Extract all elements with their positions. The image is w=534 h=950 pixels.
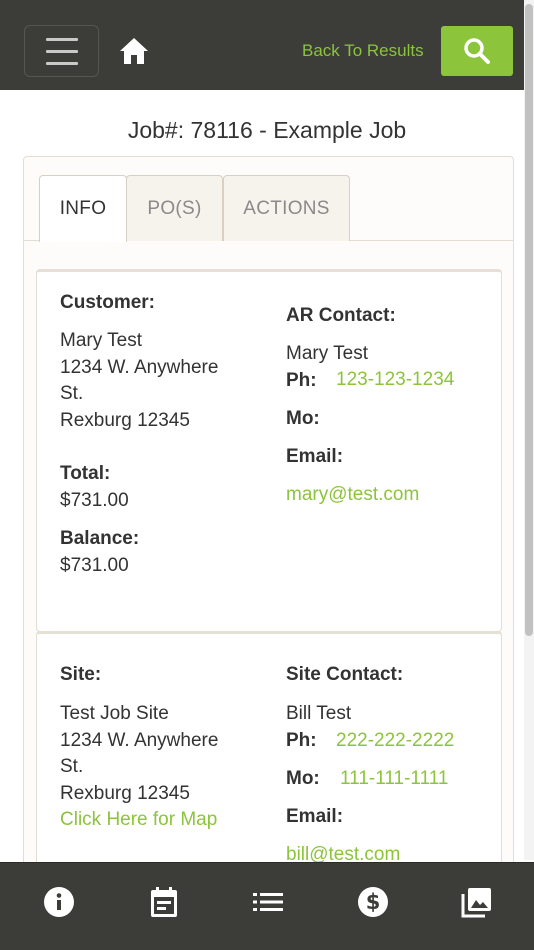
ar-email-label: Email: bbox=[286, 446, 344, 467]
page-title: Job#: 78116 - Example Job bbox=[127, 117, 407, 143]
home-icon[interactable] bbox=[118, 36, 150, 66]
search-button[interactable] bbox=[441, 26, 513, 76]
menu-button[interactable] bbox=[24, 25, 99, 77]
top-nav-bar: Back To Results bbox=[0, 0, 534, 90]
list-icon[interactable] bbox=[251, 885, 285, 919]
ar-contact-name: Mary Test bbox=[286, 343, 369, 364]
info-icon[interactable] bbox=[42, 885, 76, 919]
dollar-icon[interactable]: $ bbox=[356, 885, 390, 919]
customer-city: Rexburg 12345 bbox=[60, 410, 190, 431]
customer-label: Customer: bbox=[60, 292, 156, 313]
site-phone-label: Ph: bbox=[286, 730, 317, 751]
site-city: Rexburg 12345 bbox=[60, 783, 190, 804]
site-contact-name: Bill Test bbox=[286, 703, 352, 724]
total-value: $731.00 bbox=[60, 490, 129, 511]
ar-contact-label: AR Contact: bbox=[286, 305, 396, 326]
job-panel: INFO PO(S) ACTIONS Customer: Mary Test 1… bbox=[23, 156, 514, 891]
ar-mobile-label: Mo: bbox=[286, 408, 320, 429]
customer-address-line2: St. bbox=[60, 383, 84, 404]
tab-actions[interactable]: ACTIONS bbox=[223, 175, 350, 241]
menu-icon-line bbox=[45, 49, 78, 53]
customer-card: Customer: Mary Test 1234 W. Anywhere St.… bbox=[36, 269, 502, 632]
back-to-results-link[interactable]: Back To Results bbox=[302, 41, 424, 61]
site-phone-link[interactable]: 222-222-2222 bbox=[336, 728, 454, 754]
site-address-line1: 1234 W. Anywhere bbox=[60, 730, 219, 751]
calendar-icon[interactable] bbox=[147, 885, 181, 919]
site-map-link[interactable]: Click Here for Map bbox=[60, 807, 217, 833]
svg-text:$: $ bbox=[366, 890, 381, 914]
site-email-label: Email: bbox=[286, 806, 344, 827]
site-mobile-label: Mo: bbox=[286, 768, 320, 789]
photos-icon[interactable] bbox=[460, 885, 494, 919]
tab-info[interactable]: INFO bbox=[39, 175, 127, 242]
bottom-nav-bar: $ bbox=[0, 862, 534, 950]
site-card: Site: Test Job Site 1234 W. Anywhere St.… bbox=[36, 631, 502, 891]
ar-phone-link[interactable]: 123-123-1234 bbox=[336, 367, 454, 393]
customer-name: Mary Test bbox=[60, 330, 143, 351]
ar-email-link[interactable]: mary@test.com bbox=[286, 482, 419, 508]
site-name: Test Job Site bbox=[60, 703, 169, 724]
ar-phone-label: Ph: bbox=[286, 370, 317, 391]
tab-bar: INFO PO(S) ACTIONS bbox=[24, 157, 513, 242]
menu-icon-line bbox=[45, 37, 78, 41]
tab-pos[interactable]: PO(S) bbox=[126, 175, 223, 241]
search-icon bbox=[464, 38, 490, 64]
site-label: Site: bbox=[60, 664, 102, 685]
total-label: Total: bbox=[60, 463, 111, 484]
scrollbar-thumb[interactable] bbox=[525, 4, 533, 636]
menu-icon-line bbox=[45, 61, 78, 65]
site-address-line2: St. bbox=[60, 756, 84, 777]
customer-address-line1: 1234 W. Anywhere bbox=[60, 357, 219, 378]
balance-label: Balance: bbox=[60, 528, 140, 549]
balance-value: $731.00 bbox=[60, 555, 129, 576]
site-mobile-link[interactable]: 111-111-1111 bbox=[340, 766, 448, 792]
site-contact-label: Site Contact: bbox=[286, 664, 404, 685]
